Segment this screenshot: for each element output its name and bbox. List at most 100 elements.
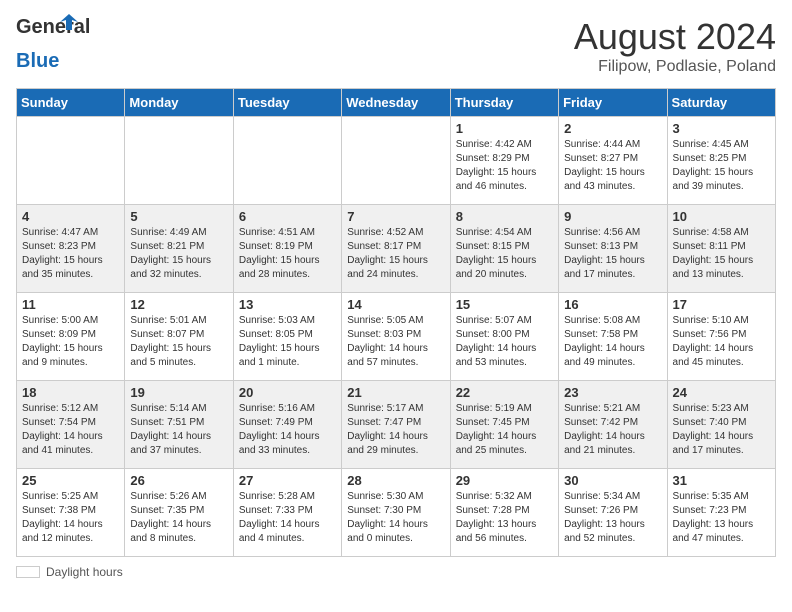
calendar-cell: 11 Sunrise: 5:00 AM Sunset: 8:09 PM Dayli…	[17, 293, 125, 381]
calendar-cell: 21Sunrise: 5:17 AM Sunset: 7:47 PM Dayli…	[342, 381, 450, 469]
calendar-day-header: Wednesday	[342, 89, 450, 117]
calendar-week-row: 25 Sunrise: 5:25 AM Sunset: 7:38 PM Dayli…	[17, 469, 776, 557]
calendar-day-header: Friday	[559, 89, 667, 117]
calendar-cell: 5 Sunrise: 4:49 AM Sunset: 8:21 PM Daylig…	[125, 205, 233, 293]
calendar-cell: 14Sunrise: 5:05 AM Sunset: 8:03 PM Dayli…	[342, 293, 450, 381]
calendar-cell: 26 Sunrise: 5:26 AM Sunset: 7:35 PM Dayli…	[125, 469, 233, 557]
calendar-day-header: Saturday	[667, 89, 775, 117]
cell-sun-info: Sunrise: 4:54 AM Sunset: 8:15 PM Dayligh…	[456, 226, 553, 282]
day-number: 7	[347, 209, 444, 224]
day-number: 6	[239, 209, 336, 224]
calendar-cell: 4 Sunrise: 4:47 AM Sunset: 8:23 PM Daylig…	[17, 205, 125, 293]
calendar-cell: 13 Sunrise: 5:03 AM Sunset: 8:05 PM Dayli…	[233, 293, 341, 381]
cell-sun-info: Sunrise: 4:45 AM Sunset: 8:25 PM Dayligh…	[673, 138, 770, 194]
day-number: 27	[239, 473, 336, 488]
cell-sun-info: Sunrise: 4:58 AM Sunset: 8:11 PM Dayligh…	[673, 226, 770, 282]
day-number: 16	[564, 297, 661, 312]
cell-sun-info: Sunrise: 4:51 AM Sunset: 8:19 PM Dayligh…	[239, 226, 336, 282]
day-number: 23	[564, 385, 661, 400]
cell-sun-info: Sunrise: 4:42 AM Sunset: 8:29 PM Dayligh…	[456, 138, 553, 194]
calendar-cell: 6 Sunrise: 4:51 AM Sunset: 8:19 PM Daylig…	[233, 205, 341, 293]
logo-general: General	[16, 16, 90, 38]
cell-sun-info: Sunrise: 4:52 AM Sunset: 8:17 PM Dayligh…	[347, 226, 444, 282]
cell-sun-info: Sunrise: 5:25 AM Sunset: 7:38 PM Dayligh…	[22, 490, 119, 546]
calendar-cell: 30 Sunrise: 5:34 AM Sunset: 7:26 PM Dayli…	[559, 469, 667, 557]
day-number: 18	[22, 385, 119, 400]
calendar-cell: 15 Sunrise: 5:07 AM Sunset: 8:00 PM Dayli…	[450, 293, 558, 381]
day-number: 30	[564, 473, 661, 488]
cell-sun-info: Sunrise: 5:34 AM Sunset: 7:26 PM Dayligh…	[564, 490, 661, 546]
calendar-cell: 2 Sunrise: 4:44 AM Sunset: 8:27 PM Daylig…	[559, 117, 667, 205]
calendar-cell: 31 Sunrise: 5:35 AM Sunset: 7:23 PM Dayli…	[667, 469, 775, 557]
cell-sun-info: Sunrise: 5:26 AM Sunset: 7:35 PM Dayligh…	[130, 490, 227, 546]
day-number: 12	[130, 297, 227, 312]
calendar-cell: 16 Sunrise: 5:08 AM Sunset: 7:58 PM Dayli…	[559, 293, 667, 381]
title-section: August 2024 Filipow, Podlasie, Poland	[574, 16, 776, 76]
day-number: 5	[130, 209, 227, 224]
day-number: 25	[22, 473, 119, 488]
cell-sun-info: Sunrise: 5:19 AM Sunset: 7:45 PM Dayligh…	[456, 402, 553, 458]
day-number: 2	[564, 121, 661, 136]
calendar-day-header: Thursday	[450, 89, 558, 117]
cell-sun-info: Sunrise: 5:28 AM Sunset: 7:33 PM Dayligh…	[239, 490, 336, 546]
day-number: 19	[130, 385, 227, 400]
cell-sun-info: Sunrise: 5:14 AM Sunset: 7:51 PM Dayligh…	[130, 402, 227, 458]
cell-sun-info: Sunrise: 5:03 AM Sunset: 8:05 PM Dayligh…	[239, 314, 336, 370]
cell-sun-info: Sunrise: 5:30 AM Sunset: 7:30 PM Dayligh…	[347, 490, 444, 546]
day-number: 15	[456, 297, 553, 312]
day-number: 24	[673, 385, 770, 400]
day-number: 13	[239, 297, 336, 312]
day-number: 1	[456, 121, 553, 136]
calendar-cell	[17, 117, 125, 205]
cell-sun-info: Sunrise: 4:49 AM Sunset: 8:21 PM Dayligh…	[130, 226, 227, 282]
day-number: 8	[456, 209, 553, 224]
calendar-day-header: Tuesday	[233, 89, 341, 117]
calendar-day-header: Sunday	[17, 89, 125, 117]
cell-sun-info: Sunrise: 5:00 AM Sunset: 8:09 PM Dayligh…	[22, 314, 119, 370]
cell-sun-info: Sunrise: 5:12 AM Sunset: 7:54 PM Dayligh…	[22, 402, 119, 458]
cell-sun-info: Sunrise: 5:35 AM Sunset: 7:23 PM Dayligh…	[673, 490, 770, 546]
calendar-week-row: 4 Sunrise: 4:47 AM Sunset: 8:23 PM Daylig…	[17, 205, 776, 293]
day-number: 22	[456, 385, 553, 400]
month-year-title: August 2024	[574, 16, 776, 58]
cell-sun-info: Sunrise: 4:47 AM Sunset: 8:23 PM Dayligh…	[22, 226, 119, 282]
cell-sun-info: Sunrise: 5:10 AM Sunset: 7:56 PM Dayligh…	[673, 314, 770, 370]
day-number: 26	[130, 473, 227, 488]
day-number: 4	[22, 209, 119, 224]
day-number: 9	[564, 209, 661, 224]
calendar-cell: 28 Sunrise: 5:30 AM Sunset: 7:30 PM Dayli…	[342, 469, 450, 557]
calendar-cell	[342, 117, 450, 205]
calendar-cell: 19 Sunrise: 5:14 AM Sunset: 7:51 PM Dayli…	[125, 381, 233, 469]
calendar-week-row: 11 Sunrise: 5:00 AM Sunset: 8:09 PM Dayli…	[17, 293, 776, 381]
legend-box	[16, 566, 40, 578]
cell-sun-info: Sunrise: 5:08 AM Sunset: 7:58 PM Dayligh…	[564, 314, 661, 370]
cell-sun-info: Sunrise: 5:21 AM Sunset: 7:42 PM Dayligh…	[564, 402, 661, 458]
calendar-cell: 25 Sunrise: 5:25 AM Sunset: 7:38 PM Dayli…	[17, 469, 125, 557]
day-number: 31	[673, 473, 770, 488]
cell-sun-info: Sunrise: 5:01 AM Sunset: 8:07 PM Dayligh…	[130, 314, 227, 370]
calendar-cell: 17Sunrise: 5:10 AM Sunset: 7:56 PM Dayli…	[667, 293, 775, 381]
cell-sun-info: Sunrise: 4:44 AM Sunset: 8:27 PM Dayligh…	[564, 138, 661, 194]
calendar-cell	[233, 117, 341, 205]
logo: General Blue	[16, 16, 60, 73]
calendar-cell: 10 Sunrise: 4:58 AM Sunset: 8:11 PM Dayli…	[667, 205, 775, 293]
cell-sun-info: Sunrise: 5:16 AM Sunset: 7:49 PM Dayligh…	[239, 402, 336, 458]
calendar-header-row: SundayMondayTuesdayWednesdayThursdayFrid…	[17, 89, 776, 117]
day-number: 11	[22, 297, 119, 312]
page-header: General Blue August 2024 Filipow, Podlas…	[16, 16, 776, 76]
calendar-cell: 8 Sunrise: 4:54 AM Sunset: 8:15 PM Daylig…	[450, 205, 558, 293]
cell-sun-info: Sunrise: 5:23 AM Sunset: 7:40 PM Dayligh…	[673, 402, 770, 458]
calendar-day-header: Monday	[125, 89, 233, 117]
day-number: 3	[673, 121, 770, 136]
legend-label: Daylight hours	[46, 565, 123, 579]
calendar-cell	[125, 117, 233, 205]
day-number: 10	[673, 209, 770, 224]
day-number: 28	[347, 473, 444, 488]
cell-sun-info: Sunrise: 5:07 AM Sunset: 8:00 PM Dayligh…	[456, 314, 553, 370]
legend: Daylight hours	[16, 565, 776, 579]
calendar-cell: 23 Sunrise: 5:21 AM Sunset: 7:42 PM Dayli…	[559, 381, 667, 469]
calendar-cell: 7 Sunrise: 4:52 AM Sunset: 8:17 PM Daylig…	[342, 205, 450, 293]
calendar-cell: 9Sunrise: 4:56 AM Sunset: 8:13 PM Daylig…	[559, 205, 667, 293]
calendar-cell: 20Sunrise: 5:16 AM Sunset: 7:49 PM Dayli…	[233, 381, 341, 469]
day-number: 29	[456, 473, 553, 488]
